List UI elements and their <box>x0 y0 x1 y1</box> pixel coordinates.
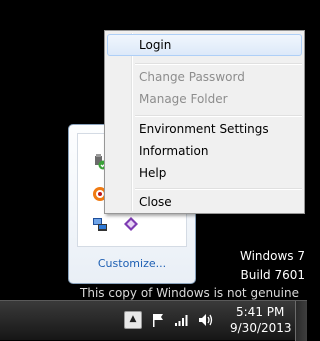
taskbar: ▲ 5:41 PM 9/30/2013 <box>0 300 307 341</box>
watermark-build: Build 7601 <box>240 268 305 282</box>
context-menu: Login Change Password Manage Folder Envi… <box>104 30 305 214</box>
chevron-up-icon: ▲ <box>129 314 137 324</box>
menu-item-information[interactable]: Information <box>107 140 302 162</box>
menu-item-help[interactable]: Help <box>107 162 302 184</box>
menu-item-environment-settings[interactable]: Environment Settings <box>107 118 302 140</box>
menu-item-login[interactable]: Login <box>107 34 302 56</box>
signal-icon[interactable] <box>174 312 190 328</box>
clock-date[interactable]: 9/30/2013 <box>230 321 292 335</box>
customize-link[interactable]: Customize... <box>69 257 195 270</box>
volume-icon[interactable] <box>198 312 214 328</box>
menu-item-manage-folder[interactable]: Manage Folder <box>107 88 302 110</box>
menu-separator <box>135 115 302 117</box>
show-hidden-icons-button[interactable]: ▲ <box>124 311 142 329</box>
menu-item-change-password[interactable]: Change Password <box>107 66 302 88</box>
menu-item-close[interactable]: Close <box>107 191 302 213</box>
purple-app-icon[interactable] <box>123 216 139 232</box>
watermark-genuine-notice: This copy of Windows is not genuine <box>80 286 299 300</box>
clock-time[interactable]: 5:41 PM <box>236 305 284 319</box>
flag-icon[interactable] <box>150 312 166 328</box>
menu-separator <box>135 188 302 190</box>
network-app-icon[interactable] <box>92 216 108 232</box>
menu-separator <box>135 63 302 65</box>
watermark-os: Windows 7 <box>239 249 305 263</box>
show-desktop-button[interactable] <box>295 301 307 341</box>
